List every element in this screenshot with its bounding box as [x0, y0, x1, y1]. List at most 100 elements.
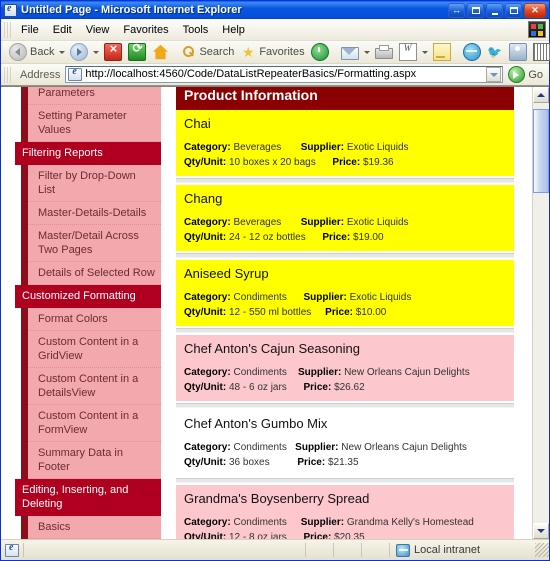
sidebar-item-summary-data-in-footer[interactable]: Summary Data in Footer [28, 442, 161, 479]
messenger-button[interactable] [460, 42, 484, 62]
print-button[interactable] [372, 42, 396, 62]
mail-chevron-down-icon[interactable] [363, 50, 370, 54]
edit-word-icon [398, 43, 417, 61]
resize-grip[interactable] [535, 543, 549, 557]
sidebar-item-details-of-selected-row[interactable]: Details of Selected Row [28, 262, 161, 285]
address-grip[interactable] [4, 66, 12, 83]
refresh-button[interactable] [125, 41, 149, 62]
sidebar-item-basics[interactable]: Basics [28, 516, 161, 539]
supplier-label: Supplier: [300, 517, 345, 528]
sidebar-item-parameters[interactable]: Parameters [28, 87, 161, 105]
qty-value: 36 boxes [229, 457, 270, 468]
ie-page-icon [4, 3, 17, 17]
qty-value: 12 - 550 ml bottles [229, 307, 312, 318]
forward-button[interactable] [67, 42, 91, 62]
favorites-button[interactable]: ★ Favorites [237, 42, 307, 62]
category-value: Condiments [233, 292, 287, 303]
address-input[interactable]: http://localhost:4560/Code/DataListRepea… [65, 66, 504, 83]
back-icon [9, 43, 27, 61]
home-icon [152, 44, 168, 60]
category-value: Condiments [233, 367, 287, 378]
price-label: Price: [322, 232, 351, 243]
back-history-chevron-down-icon[interactable] [59, 50, 66, 54]
product-item: Chef Anton's Cajun Seasoning Category: C… [176, 335, 514, 401]
sidebar-item-custom-content-formview[interactable]: Custom Content in a FormView [28, 405, 161, 442]
scroll-up-button[interactable] [533, 87, 549, 103]
back-button[interactable]: Back [6, 42, 57, 62]
product-item: Chef Anton's Gumbo Mix Category: Condime… [176, 410, 514, 476]
supplier-label: Supplier: [303, 292, 347, 303]
product-row-qty-price: Qty/Unit: 12 - 550 ml bottles Price: $10… [184, 305, 506, 320]
go-button[interactable]: Go [503, 66, 547, 83]
refresh-icon [128, 41, 147, 61]
qty-value: 12 - 8 oz jars [229, 532, 287, 539]
qty-label: Qty/Unit: [184, 307, 227, 318]
scrollbar-track[interactable] [533, 103, 549, 523]
security-zone[interactable]: Local intranet [389, 543, 533, 557]
product-name: Chef Anton's Cajun Seasoning [184, 341, 360, 356]
menu-grip[interactable] [4, 21, 12, 38]
sidebar-item-master-details-details[interactable]: Master-Details-Details [28, 202, 161, 225]
chevron-down-icon [489, 72, 498, 77]
restore-button[interactable] [467, 2, 484, 18]
sidebar-item-setting-parameter-values[interactable]: Setting Parameter Values [28, 105, 161, 142]
edit-chevron-down-icon[interactable] [421, 50, 428, 54]
scroll-down-button[interactable] [533, 523, 549, 539]
product-item: Aniseed Syrup Category: Condiments Suppl… [176, 260, 514, 326]
supplier-value: Exotic Liquids [349, 292, 412, 303]
edit-word-button[interactable] [396, 42, 420, 62]
menu-edit[interactable]: Edit [46, 21, 79, 39]
sidebar-header-customized-formatting[interactable]: Customized Formatting [15, 285, 161, 308]
supplier-label: Supplier: [300, 217, 345, 228]
vertical-scrollbar[interactable] [532, 87, 549, 539]
product-row-category-supplier: Category: Condiments Supplier: Exotic Li… [184, 290, 506, 305]
product-item: Grandma's Boysenberry Spread Category: C… [176, 485, 514, 539]
scrollbar-thumb[interactable] [533, 109, 549, 193]
page-content: Parameters Setting Parameter Values Filt… [1, 87, 532, 539]
menu-file[interactable]: File [14, 21, 46, 39]
people-button[interactable] [506, 42, 530, 62]
bird-button[interactable]: 🐦 [484, 42, 506, 62]
sidebar-header-editing-inserting-deleting[interactable]: Editing, Inserting, and Deleting [15, 479, 161, 516]
window-title: Untitled Page - Microsoft Internet Explo… [21, 4, 242, 16]
sidebar-header-filtering-reports[interactable]: Filtering Reports [15, 142, 161, 165]
site-navigation-sidebar: Parameters Setting Parameter Values Filt… [1, 87, 161, 539]
menu-favorites[interactable]: Favorites [116, 21, 175, 39]
address-label: Address [20, 68, 61, 81]
go-label: Go [528, 68, 543, 81]
bird-icon: 🐦 [487, 45, 503, 59]
product-row-qty-price: Qty/Unit: 12 - 8 oz jars Price: $20.35 [184, 530, 506, 539]
status-message [23, 543, 305, 557]
history-button[interactable] [308, 42, 332, 62]
maximize-button[interactable] [505, 2, 522, 18]
restore-small-button[interactable]: ↔ [448, 2, 465, 18]
discuss-button[interactable] [430, 42, 454, 62]
sidebar-item-filter-by-drop-down-list[interactable]: Filter by Drop-Down List [28, 165, 161, 202]
favorites-star-icon: ★ [242, 44, 255, 60]
qty-label: Qty/Unit: [184, 532, 227, 539]
sidebar-list: Parameters Setting Parameter Values Filt… [15, 87, 161, 539]
chevron-down-icon [537, 529, 545, 533]
home-button[interactable] [149, 42, 171, 62]
search-button[interactable]: Search [177, 42, 237, 62]
product-name: Grandma's Boysenberry Spread [184, 491, 370, 506]
minimize-button[interactable] [486, 2, 503, 18]
stop-button[interactable] [101, 41, 125, 62]
close-button[interactable]: ✕ [524, 2, 546, 18]
sidebar-item-custom-content-gridview[interactable]: Custom Content in a GridView [28, 331, 161, 368]
menu-help[interactable]: Help [215, 21, 252, 39]
grid-button[interactable] [530, 42, 550, 62]
sidebar-item-custom-content-detailsview[interactable]: Custom Content in a DetailsView [28, 368, 161, 405]
sidebar-item-format-colors[interactable]: Format Colors [28, 308, 161, 331]
mail-button[interactable] [338, 42, 362, 62]
menu-tools[interactable]: Tools [176, 21, 216, 39]
page-icon [68, 66, 83, 81]
qty-label: Qty/Unit: [184, 232, 227, 243]
sidebar-item-master-detail-across-two-pages[interactable]: Master/Detail Across Two Pages [28, 225, 161, 262]
forward-history-chevron-down-icon[interactable] [93, 50, 100, 54]
menu-view[interactable]: View [79, 21, 117, 39]
supplier-value: Exotic Liquids [346, 142, 409, 153]
grid-icon [532, 43, 550, 61]
product-name: Chef Anton's Gumbo Mix [184, 416, 328, 431]
address-dropdown-button[interactable] [486, 67, 502, 82]
